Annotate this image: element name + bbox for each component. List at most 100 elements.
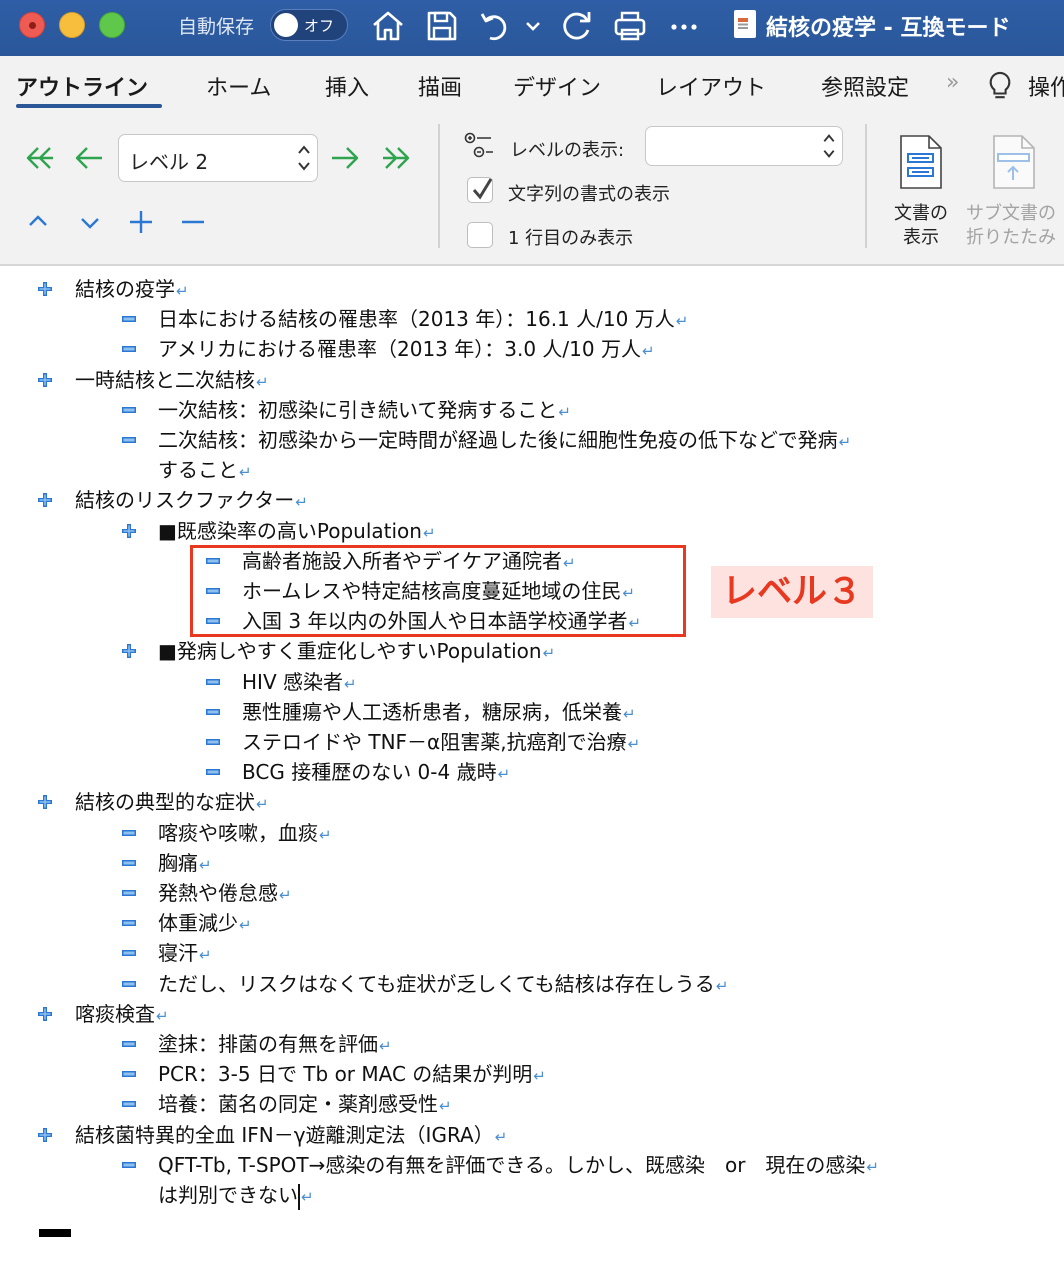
outline-item-level-3[interactable]: ステロイドや TNF－α阻害薬,抗癌剤で治療↵ — [242, 727, 640, 759]
outline-expand-icon[interactable] — [37, 281, 53, 297]
outline-expand-icon[interactable] — [37, 794, 53, 810]
outline-item-level-3[interactable]: 悪性腫瘍や人工透析患者，糖尿病，低栄養↵ — [242, 697, 636, 729]
minimize-window-button[interactable] — [59, 12, 85, 38]
outline-body-icon[interactable] — [121, 1036, 137, 1052]
outline-item-level-2[interactable]: PCR：3-5 日で Tb or MAC の結果が判明↵ — [158, 1059, 546, 1091]
redo-icon[interactable] — [556, 6, 596, 46]
promote-to-heading1-icon[interactable] — [20, 140, 56, 176]
tab-references[interactable]: 参照設定 — [821, 70, 909, 102]
outline-expand-icon[interactable] — [37, 492, 53, 508]
outline-item-level-2[interactable]: 培養：菌名の同定・薬剤感受性↵ — [158, 1089, 452, 1121]
outline-item-level-2[interactable]: 体重減少↵ — [158, 908, 252, 940]
outline-item-level-2[interactable]: 胸痛↵ — [158, 848, 212, 880]
outline-expand-icon[interactable] — [37, 372, 53, 388]
outline-body-icon[interactable] — [205, 674, 221, 690]
outline-document[interactable]: レベル３ 結核の疫学↵ 日本における結核の罹患率（2013 年）：16.1 人/1… — [0, 268, 1064, 1272]
outline-item-level-1[interactable]: 結核の典型的な症状↵ — [75, 787, 269, 819]
outline-body-icon[interactable] — [121, 825, 137, 841]
outline-body-icon[interactable] — [121, 976, 137, 992]
outline-item-level-1[interactable]: 結核の疫学↵ — [75, 274, 189, 306]
outline-body-icon[interactable] — [121, 311, 137, 327]
outline-item-level-1[interactable]: 結核のリスクファクター↵ — [75, 485, 308, 517]
outline-item-level-2[interactable]: QFT-Tb, T-SPOT→感染の有無を評価できる。しかし、既感染 or 現在… — [158, 1150, 879, 1182]
more-tabs-icon[interactable]: » — [946, 70, 959, 95]
outline-level-select[interactable]: レベル 2 — [118, 134, 318, 182]
outline-body-icon[interactable] — [205, 583, 221, 599]
outline-item-level-2[interactable]: 喀痰や咳嗽，血痰↵ — [158, 818, 332, 850]
show-formatting-checkbox[interactable] — [467, 177, 493, 203]
outline-expand-icon[interactable] — [121, 643, 137, 659]
outline-item-text: ■発病しやすく重症化しやすいPopulation — [158, 639, 542, 664]
outline-body-icon[interactable] — [121, 432, 137, 448]
outline-item-level-2[interactable]: アメリカにおける罹患率（2013 年）：3.0 人/10 万人↵ — [158, 334, 655, 366]
lightbulb-icon[interactable] — [986, 70, 1016, 100]
outline-body-icon[interactable] — [121, 915, 137, 931]
outline-expand-icon[interactable] — [121, 523, 137, 539]
undo-dropdown-icon[interactable] — [522, 6, 544, 46]
outline-item-level-2[interactable]: 寝汗↵ — [158, 938, 212, 970]
paragraph-mark-icon: ↵ — [641, 342, 655, 361]
text-cursor — [298, 1183, 300, 1210]
outline-item-level-2[interactable]: 日本における結核の罹患率（2013 年）：16.1 人/10 万人↵ — [158, 304, 688, 336]
tab-home[interactable]: ホーム — [206, 70, 271, 102]
first-line-only-checkbox[interactable] — [467, 222, 493, 248]
more-icon[interactable] — [664, 6, 704, 46]
promote-icon[interactable] — [70, 140, 106, 176]
outline-item-level-3[interactable]: HIV 感染者↵ — [242, 667, 357, 699]
outline-body-icon[interactable] — [205, 613, 221, 629]
outline-item-level-3[interactable]: 入国 3 年以内の外国人や日本語学校通学者↵ — [242, 606, 641, 638]
outline-item-level-2[interactable]: 二次結核：初感染から一定時間が経過した後に細胞性免疫の低下などで発病↵ — [158, 425, 851, 457]
outline-item-level-2[interactable]: ■発病しやすく重症化しやすいPopulation↵ — [158, 636, 555, 668]
outline-item-level-2[interactable]: 塗抹：排菌の有無を評価↵ — [158, 1029, 392, 1061]
tab-design[interactable]: デザイン — [513, 70, 601, 102]
tab-layout[interactable]: レイアウト — [656, 70, 766, 102]
outline-body-icon[interactable] — [121, 341, 137, 357]
move-down-icon[interactable] — [72, 204, 108, 240]
outline-body-icon[interactable] — [205, 764, 221, 780]
outline-expand-icon[interactable] — [37, 1006, 53, 1022]
outline-item-level-1[interactable]: 一時結核と二次結核↵ — [75, 365, 269, 397]
outline-item-level-2[interactable]: すること↵ — [158, 455, 252, 487]
tab-draw[interactable]: 描画 — [418, 70, 462, 102]
show-document-button[interactable]: 文書の 表示 — [886, 202, 956, 250]
print-icon[interactable] — [610, 6, 650, 46]
undo-icon[interactable] — [476, 6, 516, 46]
outline-item-level-2[interactable]: は判別できない ↵ — [158, 1180, 314, 1212]
outline-item-level-2[interactable]: 一次結核：初感染に引き続いて発病すること↵ — [158, 395, 571, 427]
outline-body-icon[interactable] — [121, 1066, 137, 1082]
outline-body-icon[interactable] — [121, 1157, 137, 1173]
show-level-select[interactable] — [645, 126, 843, 166]
demote-icon[interactable] — [328, 140, 364, 176]
outline-body-icon[interactable] — [121, 855, 137, 871]
outline-expand-icon[interactable] — [37, 1127, 53, 1143]
tab-tell-me[interactable]: 操作 — [1028, 70, 1064, 102]
tab-insert[interactable]: 挿入 — [325, 70, 369, 102]
zoom-window-button[interactable] — [99, 12, 125, 38]
outline-body-icon[interactable] — [121, 945, 137, 961]
outline-body-icon[interactable] — [205, 553, 221, 569]
expand-icon[interactable] — [123, 204, 159, 240]
outline-item-level-2[interactable]: ■既感染率の高いPopulation↵ — [158, 516, 436, 548]
outline-item-level-2[interactable]: 発熱や倦怠感↵ — [158, 878, 292, 910]
outline-item-level-3[interactable]: 高齢者施設入所者やデイケア通院者↵ — [242, 546, 576, 578]
home-icon[interactable] — [368, 6, 408, 46]
outline-body-icon[interactable] — [121, 885, 137, 901]
collapse-icon[interactable] — [175, 204, 211, 240]
outline-body-icon[interactable] — [205, 704, 221, 720]
autosave-state: オフ — [304, 17, 335, 35]
outline-item-level-3[interactable]: ホームレスや特定結核高度蔓延地域の住民↵ — [242, 576, 635, 608]
demote-to-body-text-icon[interactable] — [380, 140, 416, 176]
outline-item-level-3[interactable]: BCG 接種歴のない 0-4 歳時↵ — [242, 757, 510, 789]
outline-body-icon[interactable] — [121, 402, 137, 418]
show-document-icon[interactable] — [897, 134, 945, 190]
outline-item-level-1[interactable]: 喀痰検査↵ — [75, 999, 169, 1031]
outline-body-icon[interactable] — [205, 734, 221, 750]
save-icon[interactable] — [422, 6, 462, 46]
outline-body-icon[interactable] — [121, 1096, 137, 1112]
outline-item-level-2[interactable]: ただし、リスクはなくても症状が乏しくても結核は存在しうる↵ — [158, 969, 728, 1001]
outline-item-level-1[interactable]: 結核菌特異的全血 IFN－γ遊離測定法（IGRA）↵ — [75, 1120, 507, 1152]
move-up-icon[interactable] — [20, 204, 56, 240]
close-window-button[interactable] — [19, 12, 45, 38]
autosave-toggle[interactable]: オフ — [270, 9, 348, 41]
tab-outline[interactable]: アウトライン — [16, 70, 148, 102]
